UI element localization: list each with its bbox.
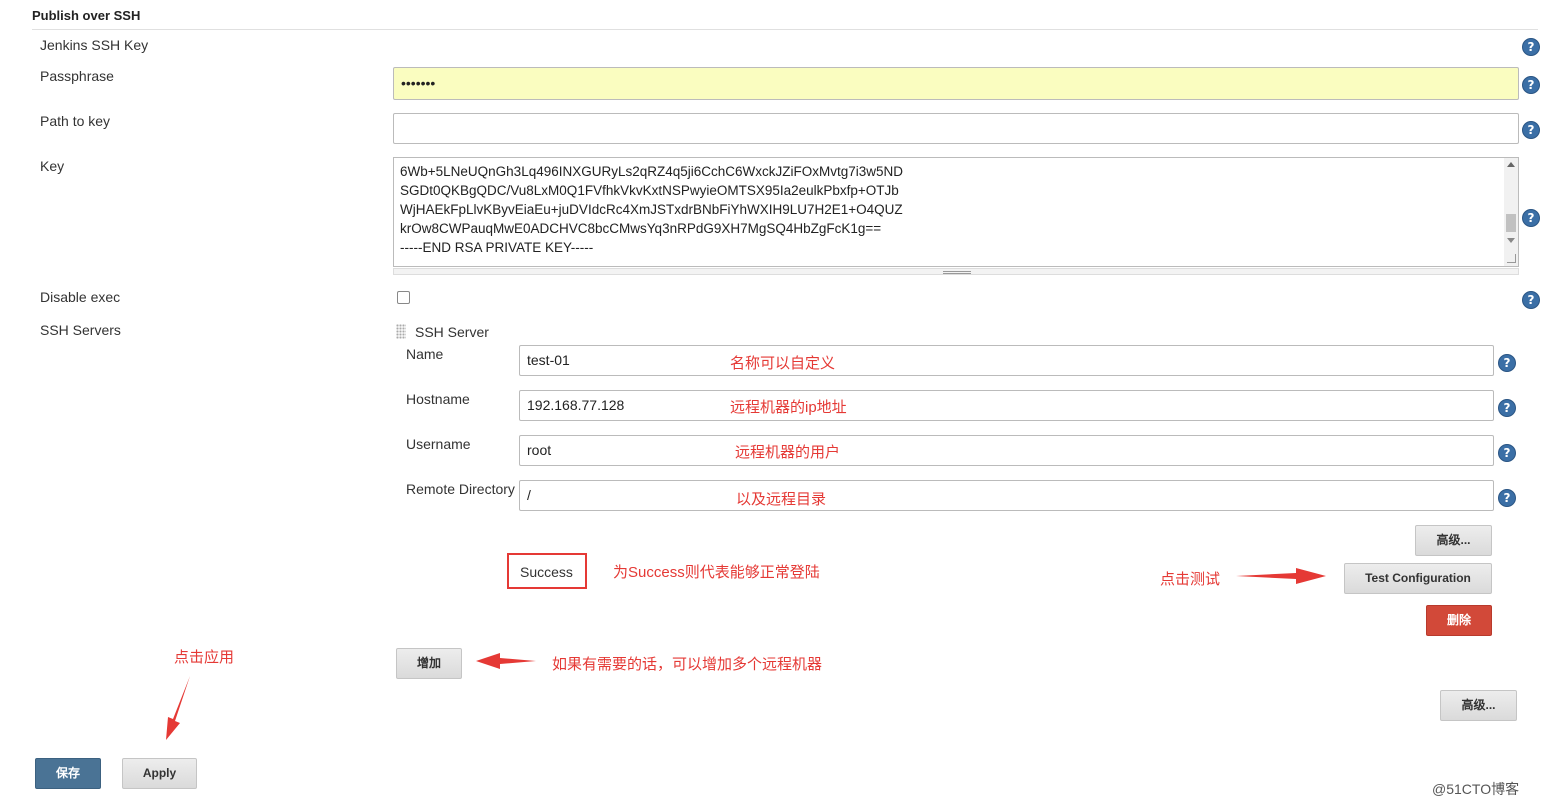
add-server-button[interactable]: 增加 — [396, 648, 462, 679]
name-label: Name — [406, 346, 444, 362]
username-field[interactable]: root — [519, 435, 1494, 466]
key-textarea[interactable]: 6Wb+5LNeUQnGh3Lq496INXGURyLs2qRZ4q5ji6Cc… — [393, 157, 1519, 267]
remote-directory-field[interactable]: / — [519, 480, 1494, 511]
key-scrollbar[interactable] — [1504, 158, 1518, 266]
scroll-thumb[interactable] — [1506, 214, 1516, 232]
delete-server-button[interactable]: 删除 — [1426, 605, 1492, 636]
scroll-up-icon[interactable] — [1507, 162, 1515, 167]
help-icon[interactable]: ? — [1498, 444, 1516, 462]
ssh-server-header: SSH Server — [415, 324, 489, 340]
key-line: 6Wb+5LNeUQnGh3Lq496INXGURyLs2qRZ4q5ji6Cc… — [400, 164, 904, 179]
key-line: WjHAEkFpLlvKByvEiaEu+juDVIdcRc4XmJSTxdrB… — [400, 202, 903, 217]
hostname-label: Hostname — [406, 391, 470, 407]
help-icon[interactable]: ? — [1522, 121, 1540, 139]
test-result-text: Success — [520, 564, 573, 580]
annotation-hostname: 远程机器的ip地址 — [730, 399, 847, 416]
annotation-test: 点击测试 — [1160, 571, 1221, 588]
scroll-down-icon[interactable] — [1507, 238, 1515, 243]
grip-icon — [943, 271, 971, 274]
textarea-resize-bar[interactable] — [393, 268, 1519, 275]
path-to-key-field[interactable] — [393, 113, 1519, 144]
arrow-left-icon — [476, 653, 536, 669]
arrow-down-icon — [166, 676, 190, 740]
jenkins-ssh-key-label: Jenkins SSH Key — [40, 37, 149, 53]
help-icon[interactable]: ? — [1522, 209, 1540, 227]
disable-exec-label: Disable exec — [40, 289, 121, 305]
arrow-right-icon — [1236, 568, 1326, 584]
drag-handle-icon[interactable] — [396, 324, 406, 339]
watermark: @51CTO博客 — [1432, 781, 1520, 797]
server-name-field[interactable]: test-01 — [519, 345, 1494, 376]
hostname-field[interactable]: 192.168.77.128 — [519, 390, 1494, 421]
help-icon[interactable]: ? — [1498, 354, 1516, 372]
passphrase-field[interactable]: ••••••• — [393, 67, 1519, 100]
remote-directory-label: Remote Directory — [406, 481, 515, 497]
help-icon[interactable]: ? — [1498, 399, 1516, 417]
section-title: Publish over SSH — [32, 8, 141, 23]
key-line: krOw8CWPauqMwE0ADCHVC8bcCMwsYq3nRPdG9XH7… — [400, 221, 882, 236]
annotation-apply: 点击应用 — [174, 649, 235, 666]
annotation-success: 为Success则代表能够正常登陆 — [613, 564, 820, 581]
key-line: SGDt0QKBgQDC/Vu8LxM0Q1FVfhkVkvKxtNSPwyie… — [400, 183, 899, 198]
disable-exec-checkbox[interactable] — [397, 291, 410, 304]
section-divider — [32, 29, 1538, 30]
annotation-username: 远程机器的用户 — [735, 444, 841, 461]
annotation-remote-dir: 以及远程目录 — [736, 491, 827, 508]
annotation-add: 如果有需要的话，可以增加多个远程机器 — [552, 656, 823, 673]
server-advanced-button[interactable]: 高级... — [1415, 525, 1492, 556]
path-to-key-label: Path to key — [40, 113, 111, 129]
advanced-button[interactable]: 高级... — [1440, 690, 1517, 721]
help-icon[interactable]: ? — [1498, 489, 1516, 507]
key-label: Key — [40, 158, 65, 174]
help-icon[interactable]: ? — [1522, 76, 1540, 94]
save-button[interactable]: 保存 — [35, 758, 101, 789]
ssh-servers-label: SSH Servers — [40, 322, 121, 338]
help-icon[interactable]: ? — [1522, 291, 1540, 309]
help-icon[interactable]: ? — [1522, 38, 1540, 56]
resize-grip-icon[interactable] — [1507, 254, 1516, 263]
test-configuration-button[interactable]: Test Configuration — [1344, 563, 1492, 594]
apply-button[interactable]: Apply — [122, 758, 197, 789]
username-label: Username — [406, 436, 471, 452]
key-line: -----END RSA PRIVATE KEY----- — [400, 240, 594, 255]
annotation-name: 名称可以自定义 — [730, 355, 836, 372]
passphrase-label: Passphrase — [40, 68, 114, 84]
